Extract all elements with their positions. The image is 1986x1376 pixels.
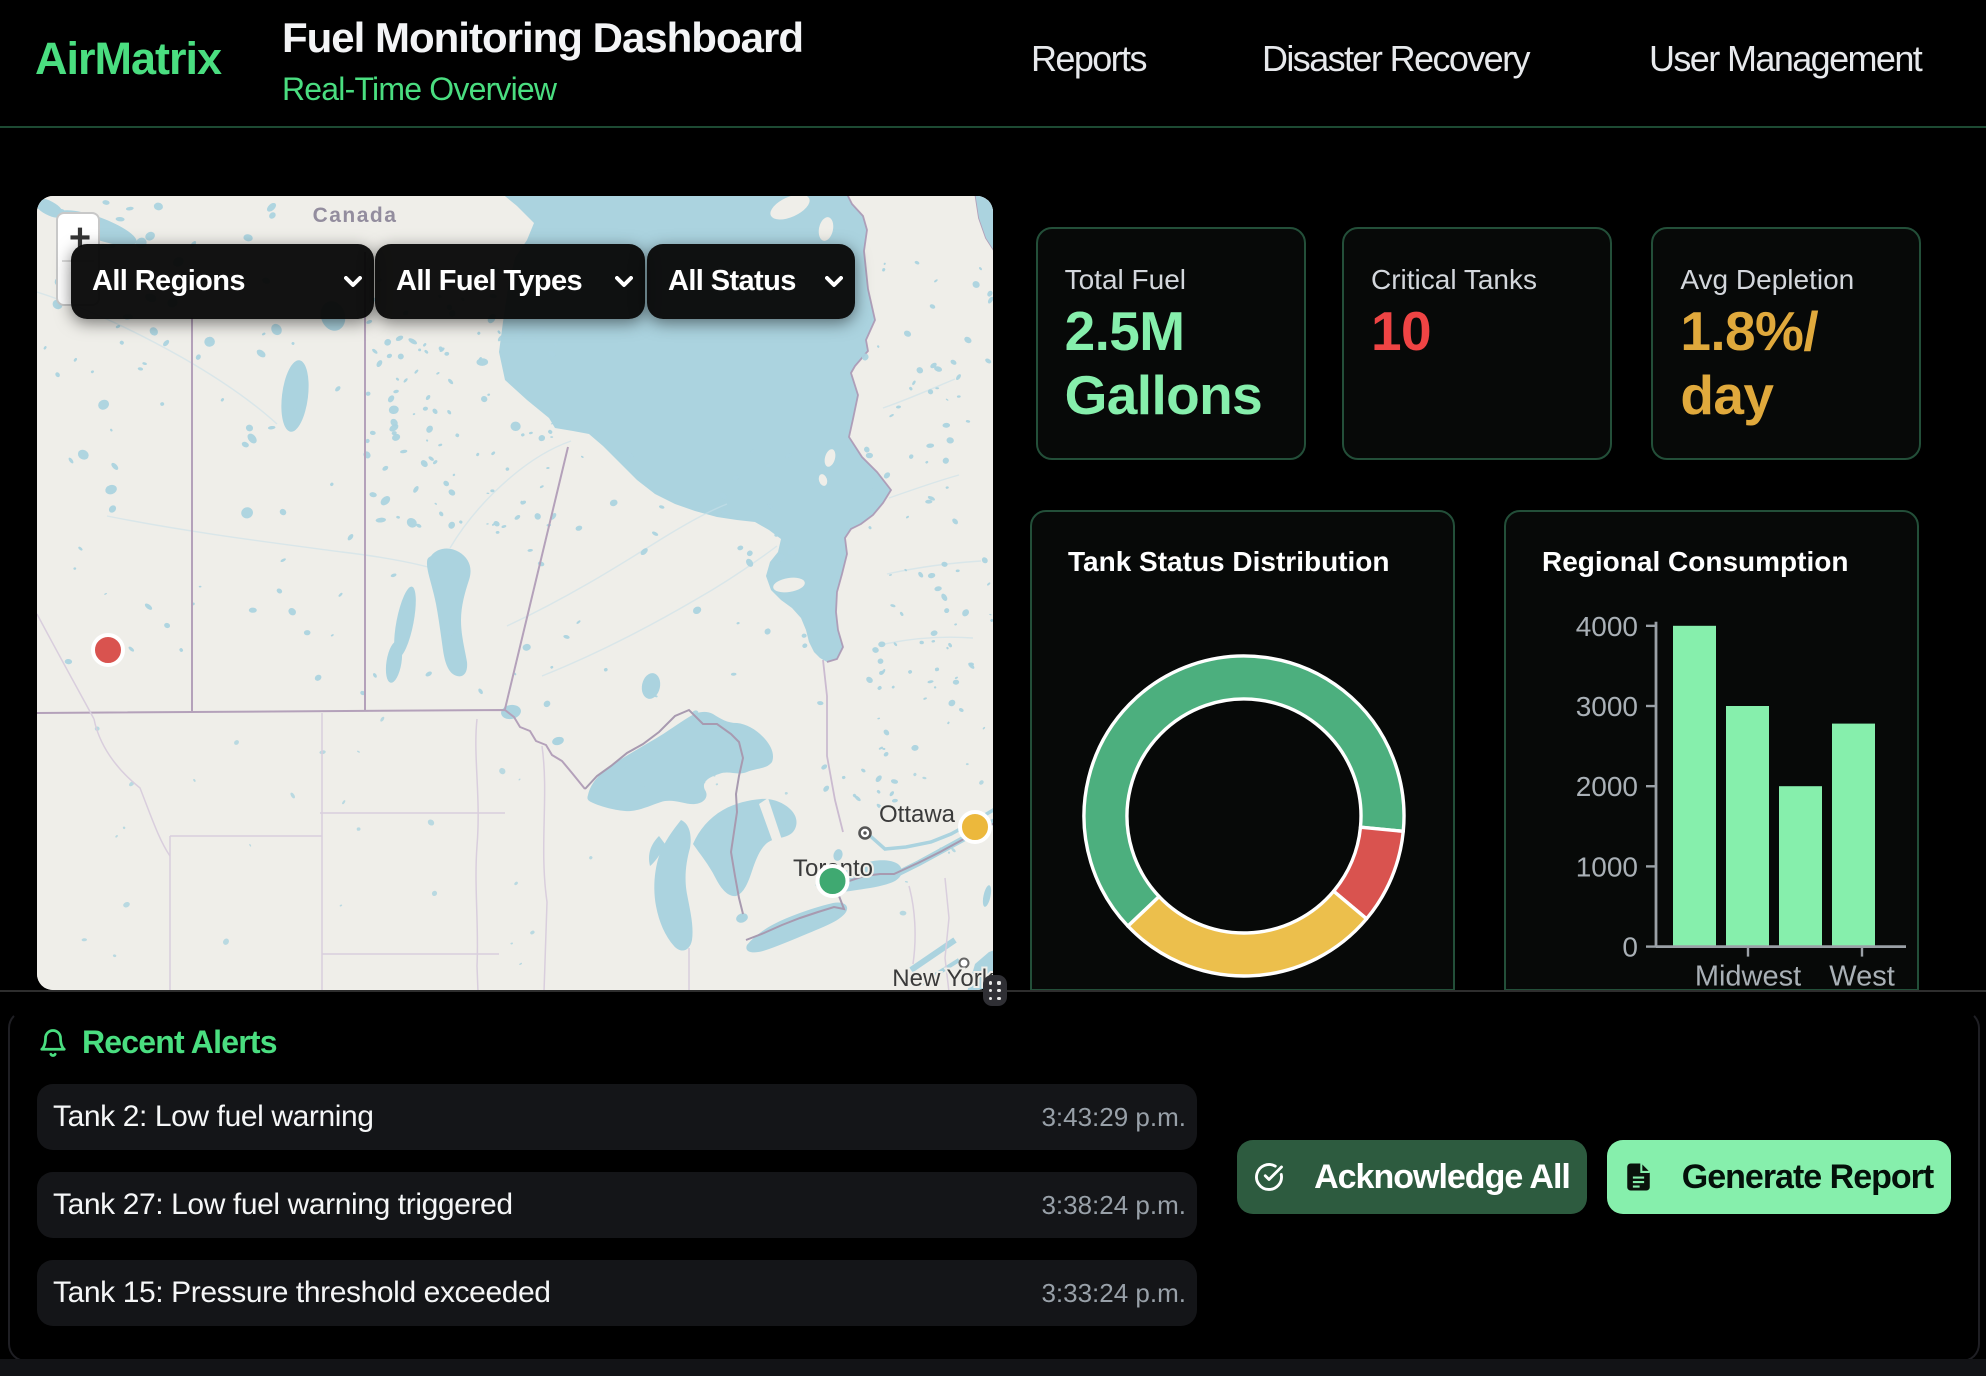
svg-text:2000: 2000	[1576, 771, 1638, 802]
svg-text:Midwest: Midwest	[1695, 961, 1801, 992]
svg-text:New York: New York	[892, 965, 993, 990]
svg-text:West: West	[1829, 961, 1895, 992]
svg-text:Ottawa: Ottawa	[879, 801, 956, 828]
svg-text:3000: 3000	[1576, 691, 1638, 722]
svg-text:4000: 4000	[1576, 611, 1638, 642]
svg-text:0: 0	[1622, 932, 1638, 963]
svg-text:Canada: Canada	[313, 204, 398, 227]
svg-text:1000: 1000	[1576, 851, 1638, 882]
